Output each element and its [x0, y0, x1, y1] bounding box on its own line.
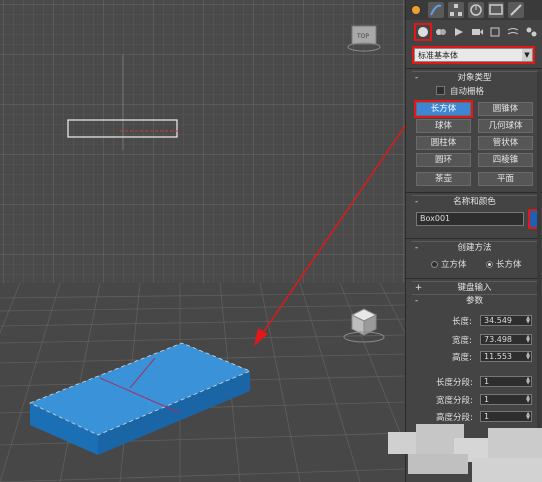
tube-button[interactable]: 管状体: [478, 136, 533, 150]
category-dropdown[interactable]: 标准基本体 ▼: [412, 46, 535, 64]
length-segs-label: 长度分段:: [436, 378, 473, 388]
collapse-icon: -: [415, 197, 419, 207]
cameras-icon[interactable]: [470, 25, 484, 39]
svg-text:TOP: TOP: [356, 33, 369, 40]
sphere-button[interactable]: 球体: [416, 119, 471, 133]
perspective-viewport-grid: [0, 283, 405, 482]
length-value: 34.549: [484, 316, 512, 325]
modify-tab-icon[interactable]: [428, 2, 444, 18]
utilities-tab-icon[interactable]: [508, 2, 524, 18]
display-tab-icon[interactable]: [488, 2, 504, 18]
spinner-arrows-icon[interactable]: ▲ ▼: [525, 335, 531, 344]
category-dropdown-value: 标准基本体: [418, 51, 458, 60]
spinner-arrows-icon[interactable]: ▲ ▼: [525, 352, 531, 361]
parameters-rollout-header[interactable]: - 参数: [412, 294, 537, 307]
autogrid-checkbox[interactable]: [436, 86, 445, 95]
width-segs-value: 1: [484, 395, 490, 404]
shapes-icon[interactable]: [434, 25, 448, 39]
cylinder-button[interactable]: 圆柱体: [416, 136, 471, 150]
name-color-title: 名称和颜色: [453, 197, 496, 207]
divider: [406, 238, 542, 239]
lights-icon[interactable]: [452, 25, 466, 39]
geometry-icon[interactable]: [414, 23, 432, 41]
width-segs-label: 宽度分段:: [436, 396, 473, 406]
create-tab-icon[interactable]: [408, 2, 424, 18]
box-radio[interactable]: [486, 261, 493, 268]
object-category-bar: [406, 22, 542, 42]
cone-button[interactable]: 圆锥体: [478, 102, 533, 116]
creation-method-title: 创建方法: [457, 243, 492, 253]
motion-tab-icon[interactable]: [468, 2, 484, 18]
cube-radio-label: 立方体: [441, 260, 467, 270]
teapot-button[interactable]: 茶壶: [416, 172, 471, 186]
name-color-rollout-header[interactable]: - 名称和颜色: [412, 195, 537, 208]
divider: [406, 192, 542, 193]
object-type-rollout-header[interactable]: - 对象类型: [412, 71, 537, 84]
torus-button[interactable]: 圆环: [416, 153, 471, 167]
object-type-title: 对象类型: [457, 73, 492, 83]
geosphere-button[interactable]: 几何球体: [478, 119, 533, 133]
watermark-blur: [388, 418, 542, 482]
cube-radio[interactable]: [431, 261, 438, 268]
width-label: 宽度:: [452, 336, 472, 346]
length-segs-value: 1: [484, 377, 490, 386]
length-label: 长度:: [452, 317, 472, 327]
height-value: 11.553: [484, 352, 512, 361]
spinner-arrows-icon[interactable]: ▲ ▼: [525, 395, 531, 404]
expand-icon: +: [415, 283, 423, 293]
width-value: 73.498: [484, 335, 512, 344]
top-viewport-grid: TOP: [0, 0, 405, 283]
perspective-viewport[interactable]: [0, 283, 405, 482]
helpers-icon[interactable]: [488, 25, 502, 39]
spinner-arrows-icon[interactable]: ▲ ▼: [525, 377, 531, 386]
height-label: 高度:: [452, 353, 472, 363]
spinner-arrows-icon[interactable]: ▲ ▼: [525, 316, 531, 325]
autogrid-label: 自动栅格: [450, 87, 485, 97]
hierarchy-tab-icon[interactable]: [448, 2, 464, 18]
object-name-field[interactable]: Box001: [416, 212, 524, 226]
pyramid-button[interactable]: 四棱锥: [478, 153, 533, 167]
command-panel-tabs: [406, 0, 542, 20]
plane-button[interactable]: 平面: [478, 172, 533, 186]
box-button[interactable]: 长方体: [414, 100, 473, 118]
creation-method-rollout-header[interactable]: - 创建方法: [412, 241, 537, 254]
collapse-icon: -: [415, 243, 419, 253]
command-panel: 标准基本体 ▼ - 对象类型 自动栅格 长方体 圆锥体 球体 几何球体 圆柱体 …: [405, 0, 542, 482]
spacewarps-icon[interactable]: [506, 25, 520, 39]
length-spinner[interactable]: 34.549 ▲ ▼: [480, 315, 532, 326]
width-spinner[interactable]: 73.498 ▲ ▼: [480, 334, 532, 345]
systems-icon[interactable]: [524, 25, 538, 39]
divider: [406, 68, 542, 69]
parameters-title: 参数: [465, 296, 483, 306]
keyboard-entry-title: 键盘输入: [457, 283, 492, 293]
divider: [406, 278, 542, 279]
collapse-icon: -: [415, 73, 419, 83]
length-segs-spinner[interactable]: 1 ▲ ▼: [480, 376, 532, 387]
keyboard-entry-rollout-header[interactable]: + 键盘输入: [412, 281, 537, 294]
width-segs-spinner[interactable]: 1 ▲ ▼: [480, 394, 532, 405]
height-spinner[interactable]: 11.553 ▲ ▼: [480, 351, 532, 362]
collapse-icon: -: [415, 296, 419, 306]
box-radio-label: 长方体: [496, 260, 522, 270]
viewcube-perspective-icon[interactable]: [343, 308, 385, 343]
chevron-down-icon[interactable]: ▼: [522, 49, 532, 61]
panel-scrollbar[interactable]: [537, 72, 541, 472]
top-viewport[interactable]: TOP: [0, 0, 405, 283]
